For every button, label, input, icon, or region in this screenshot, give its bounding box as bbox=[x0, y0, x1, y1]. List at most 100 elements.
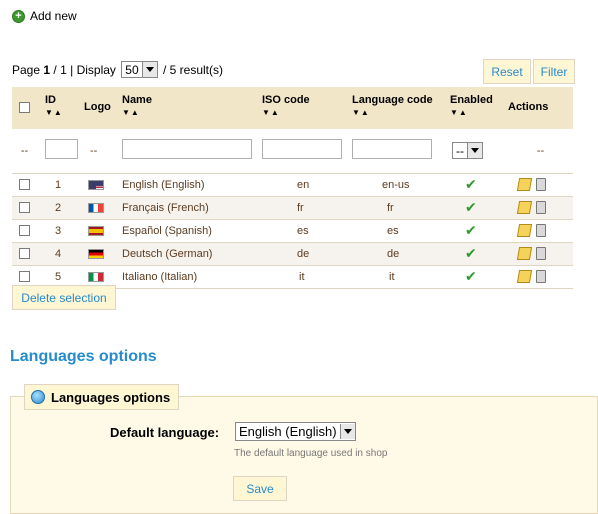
enabled-check-icon[interactable]: ✔ bbox=[465, 199, 477, 215]
default-language-value: English (English) bbox=[239, 424, 337, 439]
globe-icon bbox=[31, 390, 45, 404]
delete-icon[interactable] bbox=[536, 224, 546, 237]
row-name: English (English) bbox=[122, 178, 205, 191]
chevron-down-icon[interactable] bbox=[339, 424, 355, 439]
add-new-link[interactable]: + Add new bbox=[12, 9, 77, 23]
row-checkbox[interactable] bbox=[19, 248, 30, 260]
section-title: Languages options bbox=[10, 348, 157, 365]
edit-icon[interactable] bbox=[516, 270, 533, 283]
table-row[interactable]: 3 Español (Spanish) es es ✔ bbox=[12, 219, 573, 242]
page-sep: / bbox=[53, 62, 57, 77]
header-actions: Actions bbox=[508, 101, 549, 113]
options-legend: Languages options bbox=[24, 384, 180, 410]
save-button[interactable]: Save bbox=[233, 476, 287, 501]
edit-icon[interactable] bbox=[516, 247, 533, 260]
it-flag-icon bbox=[88, 271, 104, 282]
row-language-code: es bbox=[387, 224, 399, 237]
delete-icon[interactable] bbox=[536, 178, 546, 191]
de-flag-icon bbox=[88, 248, 104, 259]
chevron-down-icon[interactable] bbox=[467, 143, 482, 159]
per-page-select[interactable]: 50 bbox=[121, 61, 158, 78]
filter-name-input[interactable] bbox=[122, 139, 252, 160]
row-checkbox[interactable] bbox=[19, 179, 30, 191]
default-language-label: Default language: bbox=[110, 425, 220, 440]
help-text: The default language used in shop bbox=[234, 448, 388, 459]
delete-icon[interactable] bbox=[536, 247, 546, 260]
row-id: 3 bbox=[55, 224, 62, 237]
sort-arrows-icon[interactable]: ▼▲ bbox=[122, 108, 262, 117]
filter-placeholder: -- bbox=[20, 144, 29, 157]
enabled-check-icon[interactable]: ✔ bbox=[465, 176, 477, 192]
row-checkbox[interactable] bbox=[19, 202, 30, 214]
table-header-row: ID ▼▲ Logo Name ▼▲ ISO code ▼▲ Language cod… bbox=[12, 87, 573, 129]
filter-enabled-select[interactable]: -- bbox=[452, 142, 483, 160]
languages-table: ID ▼▲ Logo Name ▼▲ ISO code ▼▲ Language cod… bbox=[12, 87, 573, 289]
es-flag-icon bbox=[88, 225, 104, 236]
header-logo: Logo bbox=[84, 101, 111, 113]
add-icon: + bbox=[12, 9, 25, 23]
filter-id-input[interactable] bbox=[45, 139, 78, 160]
row-iso: es bbox=[297, 224, 309, 237]
chevron-down-icon[interactable] bbox=[141, 62, 157, 77]
result-count: / 5 result(s) bbox=[162, 62, 223, 77]
table-row[interactable]: 2 Français (French) fr fr ✔ bbox=[12, 196, 573, 219]
table-row[interactable]: 4 Deutsch (German) de de ✔ bbox=[12, 242, 573, 265]
row-name: Deutsch (German) bbox=[122, 247, 213, 260]
row-name: Français (French) bbox=[122, 201, 209, 214]
add-new-label: Add new bbox=[30, 9, 77, 23]
display-label: | Display bbox=[70, 62, 116, 77]
page-current: 1 bbox=[43, 62, 51, 77]
page-prefix: Page bbox=[12, 62, 41, 77]
sort-arrows-icon[interactable]: ▼▲ bbox=[352, 108, 450, 117]
row-language-code: it bbox=[389, 270, 395, 283]
filter-row: -- -- -- -- bbox=[12, 129, 573, 173]
row-name: Español (Spanish) bbox=[122, 224, 212, 237]
sort-arrows-icon[interactable]: ▼▲ bbox=[450, 108, 508, 117]
row-language-code: fr bbox=[387, 201, 394, 214]
header-iso[interactable]: ISO code ▼▲ bbox=[262, 87, 352, 129]
us-flag-icon bbox=[88, 179, 104, 190]
row-id: 4 bbox=[55, 247, 62, 260]
legend-label: Languages options bbox=[51, 389, 171, 405]
enabled-check-icon[interactable]: ✔ bbox=[465, 222, 477, 238]
filter-language-code-input[interactable] bbox=[352, 139, 432, 160]
sort-arrows-icon[interactable]: ▼▲ bbox=[45, 108, 82, 117]
pagination-bar: Page 1 / 1 | Display 50 / 5 result(s) bbox=[12, 61, 223, 78]
page-total: 1 bbox=[60, 62, 67, 77]
select-all-checkbox[interactable] bbox=[19, 101, 30, 113]
edit-icon[interactable] bbox=[516, 201, 533, 214]
delete-selection-button[interactable]: Delete selection bbox=[12, 285, 116, 310]
row-language-code: en-us bbox=[382, 178, 410, 191]
filter-iso-input[interactable] bbox=[262, 139, 342, 160]
fr-flag-icon bbox=[88, 202, 104, 213]
filter-placeholder: -- bbox=[536, 144, 545, 157]
row-iso: de bbox=[297, 247, 310, 260]
row-id: 2 bbox=[55, 201, 62, 214]
default-language-select[interactable]: English (English) bbox=[233, 422, 358, 441]
delete-icon[interactable] bbox=[536, 201, 546, 214]
delete-icon[interactable] bbox=[536, 270, 546, 283]
row-name: Italiano (Italian) bbox=[122, 270, 198, 283]
row-checkbox[interactable] bbox=[19, 271, 30, 283]
sort-arrows-icon[interactable]: ▼▲ bbox=[262, 108, 352, 117]
enabled-check-icon[interactable]: ✔ bbox=[465, 245, 477, 261]
reset-button[interactable]: Reset bbox=[483, 59, 531, 84]
filter-placeholder: -- bbox=[90, 144, 98, 157]
header-language-code[interactable]: Language code ▼▲ bbox=[352, 87, 450, 129]
filter-button[interactable]: Filter bbox=[533, 59, 575, 84]
row-iso: it bbox=[299, 270, 305, 283]
enabled-check-icon[interactable]: ✔ bbox=[465, 268, 477, 284]
filter-enabled-value: -- bbox=[456, 143, 464, 158]
per-page-value: 50 bbox=[125, 62, 139, 77]
header-enabled[interactable]: Enabled ▼▲ bbox=[450, 87, 508, 129]
row-checkbox[interactable] bbox=[19, 225, 30, 237]
edit-icon[interactable] bbox=[516, 224, 533, 237]
header-name[interactable]: Name ▼▲ bbox=[122, 87, 262, 129]
row-language-code: de bbox=[387, 247, 400, 260]
edit-icon[interactable] bbox=[516, 178, 533, 191]
row-id: 1 bbox=[55, 178, 62, 191]
row-iso: fr bbox=[297, 201, 304, 214]
header-id[interactable]: ID ▼▲ bbox=[37, 87, 82, 129]
row-iso: en bbox=[297, 178, 310, 191]
table-row[interactable]: 1 English (English) en en-us ✔ bbox=[12, 173, 573, 196]
